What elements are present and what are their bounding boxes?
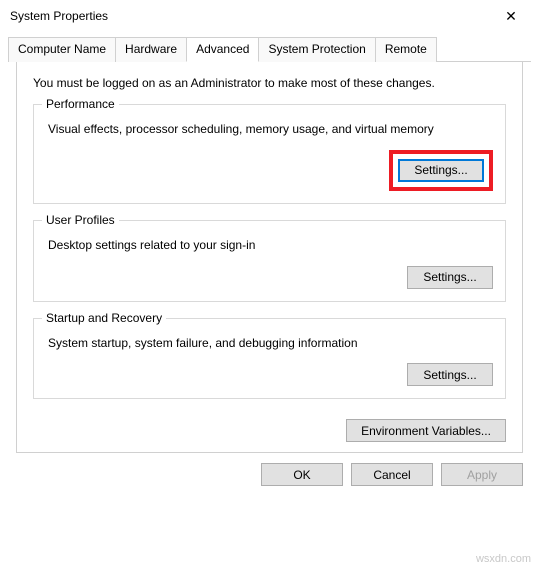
tab-strip: Computer Name Hardware Advanced System P… (8, 36, 531, 62)
group-user-profiles-button-row: Settings... (46, 266, 493, 289)
group-startup-recovery-desc: System startup, system failure, and debu… (48, 335, 493, 352)
titlebar: System Properties ✕ (0, 0, 539, 32)
close-icon: ✕ (505, 8, 517, 25)
tab-advanced[interactable]: Advanced (186, 37, 259, 62)
group-performance-button-row: Settings... (46, 150, 493, 191)
group-startup-recovery: Startup and Recovery System startup, sys… (33, 318, 506, 400)
window-title: System Properties (10, 9, 491, 23)
cancel-button[interactable]: Cancel (351, 463, 433, 486)
startup-recovery-settings-button[interactable]: Settings... (407, 363, 493, 386)
group-startup-recovery-button-row: Settings... (46, 363, 493, 386)
tab-remote[interactable]: Remote (375, 37, 437, 62)
group-performance-desc: Visual effects, processor scheduling, me… (48, 121, 493, 138)
group-startup-recovery-title: Startup and Recovery (42, 311, 166, 325)
group-user-profiles-title: User Profiles (42, 213, 119, 227)
group-user-profiles: User Profiles Desktop settings related t… (33, 220, 506, 302)
ok-button[interactable]: OK (261, 463, 343, 486)
apply-button[interactable]: Apply (441, 463, 523, 486)
admin-notice: You must be logged on as an Administrato… (33, 76, 506, 90)
group-performance-title: Performance (42, 97, 119, 111)
dialog-footer: OK Cancel Apply (0, 453, 539, 498)
tabs-container: Computer Name Hardware Advanced System P… (0, 32, 539, 453)
group-performance: Performance Visual effects, processor sc… (33, 104, 506, 204)
tab-system-protection[interactable]: System Protection (258, 37, 375, 62)
tab-computer-name[interactable]: Computer Name (8, 37, 116, 62)
environment-variables-button[interactable]: Environment Variables... (346, 419, 506, 442)
watermark: wsxdn.com (476, 553, 531, 565)
user-profiles-settings-button[interactable]: Settings... (407, 266, 493, 289)
highlight-annotation: Settings... (389, 150, 493, 191)
group-user-profiles-desc: Desktop settings related to your sign-in (48, 237, 493, 254)
environment-variables-row: Environment Variables... (33, 419, 506, 442)
tab-content-advanced: You must be logged on as an Administrato… (16, 62, 523, 453)
close-button[interactable]: ✕ (491, 2, 531, 30)
system-properties-window: System Properties ✕ Computer Name Hardwa… (0, 0, 539, 569)
tab-hardware[interactable]: Hardware (115, 37, 187, 62)
performance-settings-button[interactable]: Settings... (398, 159, 484, 182)
